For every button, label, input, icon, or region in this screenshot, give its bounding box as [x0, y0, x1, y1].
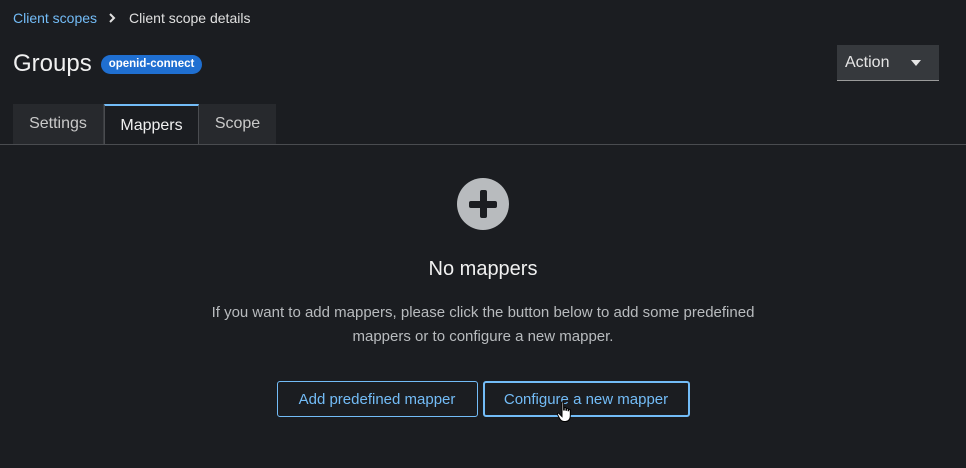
empty-state-body: If you want to add mappers, please click… [211, 304, 755, 345]
tab-scope[interactable]: Scope [199, 104, 276, 144]
hand-pointer-icon [556, 401, 571, 422]
empty-state-actions: Add predefined mapper Configure a new ma… [276, 381, 690, 417]
add-predefined-mapper-button[interactable]: Add predefined mapper [276, 381, 478, 417]
chevron-right-icon [109, 13, 116, 23]
empty-state-title: No mappers [428, 258, 538, 280]
title-row: Groups openid-connect [13, 50, 203, 78]
breadcrumb-current: Client scope details [129, 10, 251, 26]
empty-state: No mappers If you want to add mappers, p… [0, 178, 966, 417]
tab-bar: Settings Mappers Scope [13, 104, 276, 145]
breadcrumb: Client scopes Client scope details [13, 10, 250, 26]
tabs-divider [0, 144, 966, 145]
action-dropdown-label: Action [845, 53, 890, 71]
caret-down-icon [911, 59, 921, 66]
plus-circle-icon [457, 178, 509, 230]
tab-scope-label: Scope [214, 115, 261, 132]
breadcrumb-client-scopes-link[interactable]: Client scopes [13, 10, 97, 26]
tab-mappers[interactable]: Mappers [104, 104, 199, 145]
tab-settings-label: Settings [29, 115, 87, 132]
tab-mappers-label: Mappers [120, 116, 183, 134]
tab-settings[interactable]: Settings [13, 104, 104, 144]
configure-new-mapper-button[interactable]: Configure a new mapper [482, 381, 690, 417]
protocol-badge: openid-connect [100, 54, 203, 74]
page-title: Groups [13, 50, 92, 77]
action-dropdown[interactable]: Action [837, 45, 939, 81]
